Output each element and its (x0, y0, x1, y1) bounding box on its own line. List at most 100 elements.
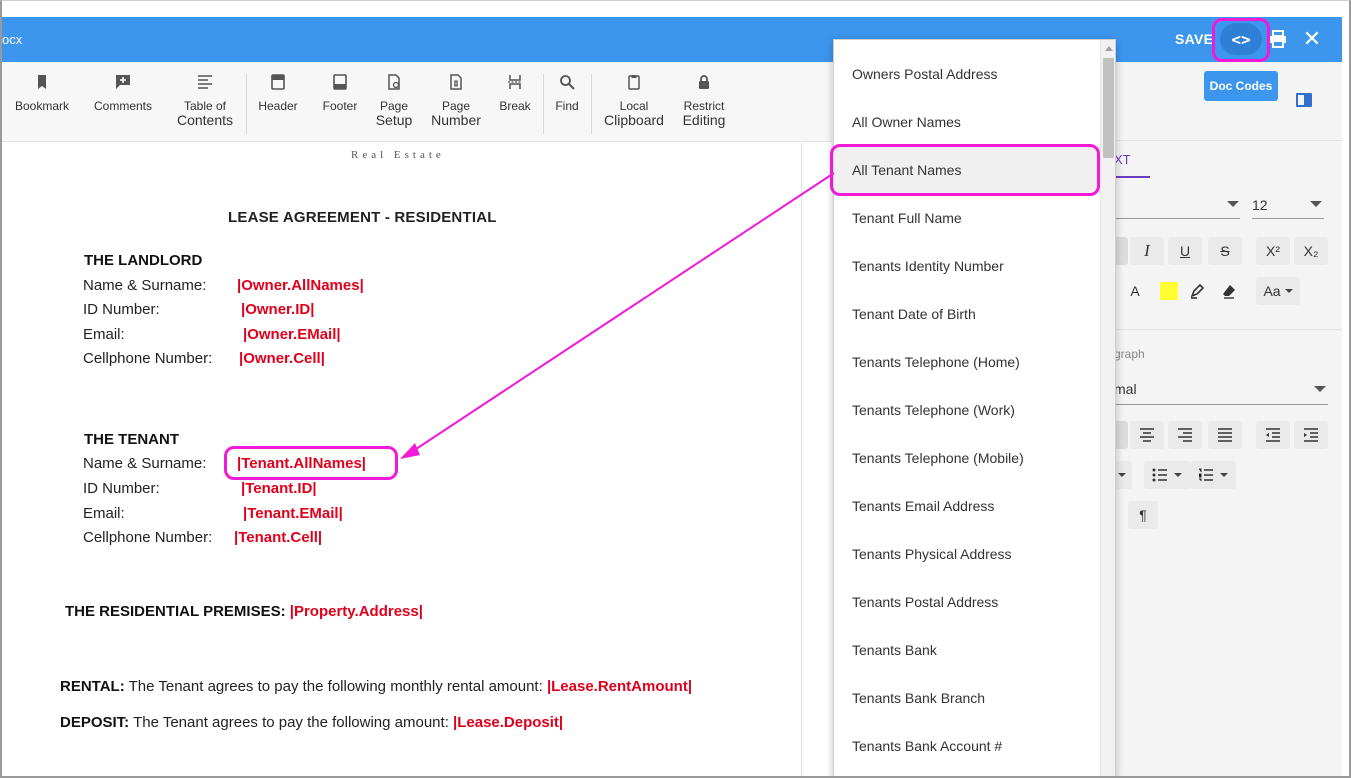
bookmark-button[interactable]: Bookmark (14, 74, 70, 113)
merge-code-deposit[interactable]: |Lease.Deposit| (453, 714, 563, 731)
dropdown-item[interactable]: Tenants Telephone (Mobile) (834, 434, 1100, 482)
file-name: ocx (2, 32, 23, 47)
document-title: LEASE AGREEMENT - RESIDENTIAL (228, 209, 497, 226)
dropdown-item[interactable]: Tenants Bank Branch (834, 674, 1100, 722)
break-button[interactable]: Break (496, 74, 534, 113)
merge-code-owner-allnames[interactable]: |Owner.AllNames| (237, 277, 364, 294)
dropdown-item[interactable]: Tenants Identity Number (834, 242, 1100, 290)
font-family-dropdown[interactable] (1102, 189, 1240, 219)
tenant-email-label: Email: (83, 505, 125, 522)
italic-button[interactable]: I (1130, 237, 1164, 265)
eraser-icon[interactable] (1212, 277, 1246, 305)
page-setup-icon (388, 74, 400, 90)
doc-codes-button[interactable]: Doc Codes (1204, 71, 1278, 101)
chevron-down-icon (1220, 473, 1228, 477)
merge-code-tenant-allnames[interactable]: |Tenant.AllNames| (237, 455, 366, 472)
local-clipboard-button[interactable]: Local Clipboard (602, 74, 666, 128)
numbered-list-button[interactable] (1190, 461, 1236, 489)
align-right-button[interactable] (1168, 421, 1202, 449)
dropdown-item[interactable]: Tenant Date of Birth (834, 290, 1100, 338)
deposit-label: DEPOSIT: (60, 714, 130, 731)
merge-code-owner-email[interactable]: |Owner.EMail| (243, 326, 341, 343)
page-number-button[interactable]: Page Number (430, 74, 482, 128)
dropdown-item[interactable]: Tenants Bank (834, 626, 1100, 674)
clipboard-icon (628, 75, 640, 90)
page-setup-button[interactable]: Page Setup (372, 74, 416, 128)
scroll-up-arrow-icon[interactable] (1105, 46, 1113, 51)
font-size-dropdown[interactable]: 12 (1252, 189, 1324, 219)
pen-icon[interactable] (1180, 277, 1214, 305)
doc-codes-toggle-icon[interactable]: <> (1220, 23, 1262, 55)
chevron-down-icon (1310, 201, 1322, 207)
dropdown-item[interactable]: Tenants Telephone (Work) (834, 386, 1100, 434)
show-formatting-button[interactable]: ¶ (1128, 501, 1158, 529)
landlord-name-label: Name & Surname: (83, 277, 207, 294)
align-center-button[interactable] (1130, 421, 1164, 449)
dropdown-scrollbar[interactable] (1100, 40, 1115, 776)
app-frame: ocx SAVE <> ✕ Bookmark Comments Table of… (0, 0, 1351, 778)
merge-field-dropdown[interactable]: Owners Postal Address All Owner Names Al… (833, 39, 1116, 776)
underline-button[interactable]: U (1168, 237, 1202, 265)
rental-line: RENTAL: The Tenant agrees to pay the fol… (60, 678, 692, 695)
superscript-button[interactable]: X² (1256, 237, 1290, 265)
landlord-cell-label: Cellphone Number: (83, 350, 213, 367)
indent-button[interactable] (1294, 421, 1328, 449)
indent-icon (1304, 428, 1318, 442)
outdent-button[interactable] (1256, 421, 1290, 449)
ribbon-toolbar: Bookmark Comments Table of Contents Head… (2, 62, 832, 142)
save-button[interactable]: SAVE (1175, 31, 1213, 47)
justify-button[interactable] (1208, 421, 1242, 449)
dropdown-item[interactable]: Owners Postal Address (834, 50, 1100, 98)
table-of-contents-button[interactable]: Table of Contents (174, 74, 236, 128)
dropdown-item[interactable]: Tenants Physical Address (834, 530, 1100, 578)
tab-text[interactable]: XT (1114, 152, 1131, 167)
bullet-list-button[interactable] (1144, 461, 1190, 489)
merge-code-tenant-id[interactable]: |Tenant.ID| (241, 480, 317, 497)
font-color-button[interactable]: A (1118, 277, 1152, 305)
dropdown-item[interactable]: All Owner Names (834, 98, 1100, 146)
title-bar: ocx SAVE <> ✕ (2, 17, 1342, 62)
landlord-email-label: Email: (83, 326, 125, 343)
chevron-down-icon (1118, 473, 1126, 477)
scroll-thumb[interactable] (1103, 58, 1114, 158)
tenant-heading: THE TENANT (84, 431, 179, 448)
lock-icon (699, 75, 709, 89)
dropdown-item[interactable]: Tenants Email Address (834, 482, 1100, 530)
chevron-down-icon (1227, 201, 1239, 207)
restrict-editing-button[interactable]: Restrict Editing (678, 74, 730, 128)
strikethrough-button[interactable]: S (1208, 237, 1242, 265)
page-number-icon (450, 74, 462, 90)
toc-icon (198, 75, 212, 89)
page-edge (801, 143, 802, 776)
change-case-button[interactable]: Aa (1256, 277, 1300, 305)
dropdown-item[interactable]: Tenant Full Name (834, 194, 1100, 242)
paragraph-style-dropdown[interactable]: mal (1102, 373, 1328, 405)
header-icon (271, 74, 285, 90)
font-size-value: 12 (1252, 197, 1268, 213)
merge-code-property-address[interactable]: |Property.Address| (290, 603, 423, 620)
merge-code-owner-id[interactable]: |Owner.ID| (241, 301, 314, 318)
search-icon (560, 75, 575, 90)
comment-add-icon (116, 75, 130, 89)
dropdown-item[interactable]: Tenants Postal Address (834, 578, 1100, 626)
merge-code-owner-cell[interactable]: |Owner.Cell| (239, 350, 325, 367)
merge-code-rent-amount[interactable]: |Lease.RentAmount| (547, 678, 692, 695)
dropdown-item[interactable]: Tenants Telephone (Home) (834, 338, 1100, 386)
merge-code-tenant-email[interactable]: |Tenant.EMail| (243, 505, 343, 522)
footer-button[interactable]: Footer (318, 74, 362, 113)
footer-icon (333, 74, 347, 90)
dropdown-item[interactable]: Tenants Bank Account # (834, 722, 1100, 770)
subscript-button[interactable]: X₂ (1294, 237, 1328, 265)
panel-toggle-icon[interactable] (1296, 93, 1312, 107)
merge-code-tenant-cell[interactable]: |Tenant.Cell| (234, 529, 322, 546)
toolbar-divider (591, 74, 592, 134)
header-button[interactable]: Header (254, 74, 302, 113)
comments-button[interactable]: Comments (92, 74, 154, 113)
panel-section-divider (1102, 329, 1342, 330)
print-icon[interactable] (1265, 26, 1291, 52)
close-icon[interactable]: ✕ (1299, 26, 1325, 52)
dropdown-item-selected[interactable]: All Tenant Names (834, 146, 1100, 194)
find-button[interactable]: Find (550, 74, 584, 113)
company-logo-text: Real Estate (351, 149, 445, 161)
chevron-down-icon (1314, 386, 1326, 392)
